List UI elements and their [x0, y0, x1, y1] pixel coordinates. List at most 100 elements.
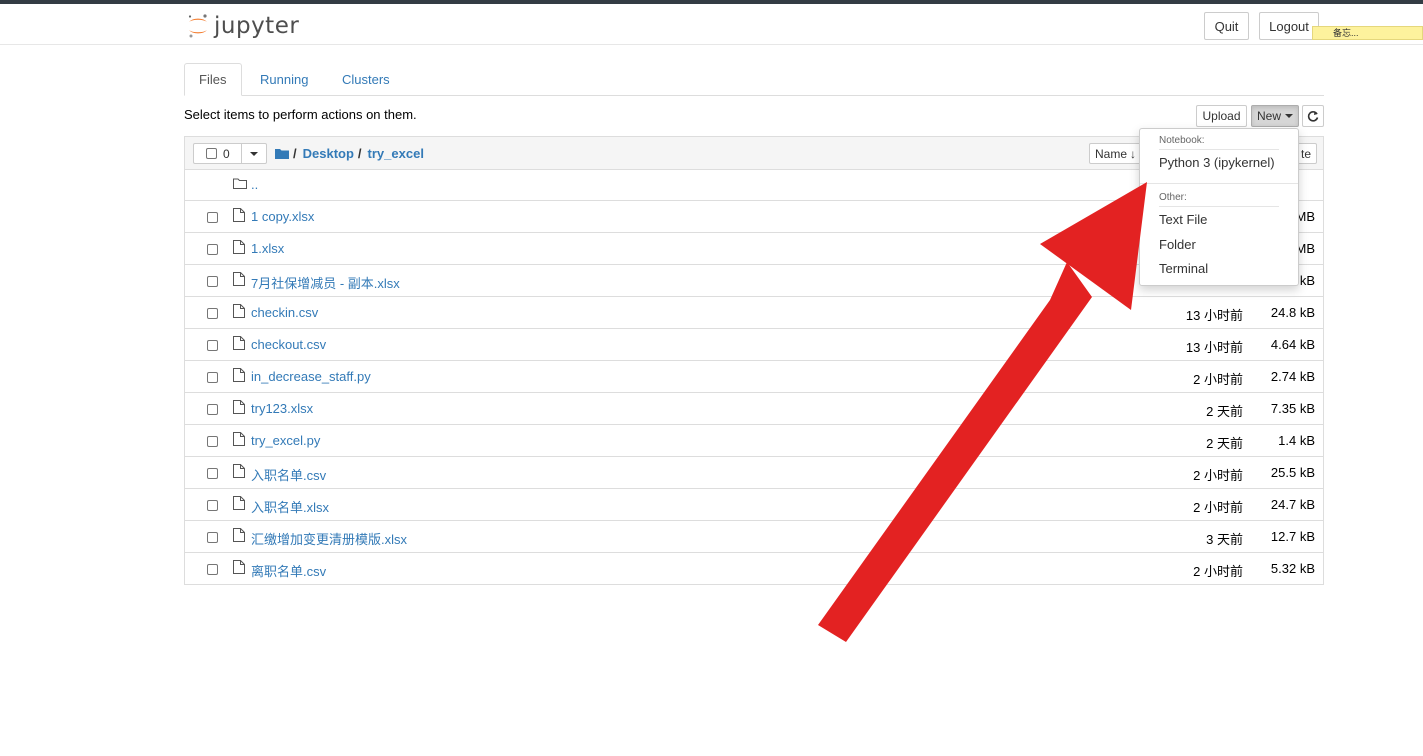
tab-running[interactable]: Running	[246, 63, 322, 95]
row-checkbox[interactable]	[207, 340, 218, 351]
row-checkbox-wrap[interactable]	[207, 563, 218, 578]
file-modified: 2 小时前	[1193, 468, 1243, 483]
refresh-button[interactable]	[1302, 105, 1324, 127]
list-item-file[interactable]: try123.xlsx 2 天前 7.35 kB	[185, 393, 1323, 425]
row-checkbox-wrap[interactable]	[207, 499, 218, 514]
row-checkbox[interactable]	[207, 276, 218, 287]
file-icon	[233, 336, 245, 350]
row-checkbox[interactable]	[207, 500, 218, 511]
file-size: 5.32 kB	[1270, 561, 1315, 576]
row-checkbox-wrap[interactable]	[207, 275, 218, 290]
row-checkbox-wrap[interactable]	[207, 435, 218, 450]
file-name-link[interactable]: checkout.csv	[251, 337, 326, 352]
new-dropdown-menu: Notebook: Python 3 (ipykernel) Other: Te…	[1139, 128, 1299, 286]
select-all-control[interactable]: 0	[193, 143, 267, 164]
row-checkbox[interactable]	[207, 244, 218, 255]
list-item-file[interactable]: 入职名单.csv 2 小时前 25.5 kB	[185, 457, 1323, 489]
folder-home-icon[interactable]	[275, 148, 289, 159]
list-item-file[interactable]: in_decrease_staff.py 2 小时前 2.74 kB	[185, 361, 1323, 393]
breadcrumb-desktop[interactable]: Desktop	[303, 146, 354, 161]
file-name-link[interactable]: try123.xlsx	[251, 401, 313, 416]
file-size: 4.64 kB	[1270, 337, 1315, 352]
row-checkbox[interactable]	[207, 468, 218, 479]
list-item-file[interactable]: checkin.csv 13 小时前 24.8 kB	[185, 297, 1323, 329]
file-size: kB	[1299, 273, 1315, 288]
menu-underline	[1159, 149, 1279, 150]
caret-down-icon	[1285, 114, 1294, 118]
file-modified: 2 天前	[1206, 436, 1243, 451]
file-name-link[interactable]: try_excel.py	[251, 433, 320, 448]
menu-item-folder[interactable]: Folder	[1159, 237, 1196, 252]
row-checkbox-wrap[interactable]	[207, 339, 218, 354]
row-checkbox-wrap[interactable]	[207, 211, 218, 226]
menu-item-terminal[interactable]: Terminal	[1159, 261, 1208, 276]
selection-hint: Select items to perform actions on them.	[184, 107, 417, 122]
file-icon	[233, 272, 245, 286]
file-icon	[233, 240, 245, 254]
sort-label: Name	[1095, 146, 1128, 161]
row-checkbox[interactable]	[207, 532, 218, 543]
tab-clusters[interactable]: Clusters	[328, 63, 404, 95]
new-dropdown-button[interactable]: New	[1251, 105, 1299, 127]
breadcrumb-try-excel[interactable]: try_excel	[368, 146, 424, 161]
menu-divider	[1140, 183, 1298, 184]
list-item-file[interactable]: 入职名单.xlsx 2 小时前 24.7 kB	[185, 489, 1323, 521]
menu-item-text-file[interactable]: Text File	[1159, 212, 1207, 227]
file-name-link[interactable]: 汇缴增加变更清册模版.xlsx	[251, 529, 407, 548]
file-icon	[233, 208, 245, 222]
list-item-file[interactable]: 离职名单.csv 2 小时前 5.32 kB	[185, 553, 1323, 585]
menu-header-other: Other:	[1159, 192, 1187, 203]
row-checkbox[interactable]	[207, 564, 218, 575]
file-modified: 2 小时前	[1193, 500, 1243, 515]
file-modified: 2 天前	[1206, 404, 1243, 419]
list-item-file[interactable]: checkout.csv 13 小时前 4.64 kB	[185, 329, 1323, 361]
caret-down-icon	[250, 151, 258, 156]
file-size: 1.4 kB	[1278, 433, 1315, 448]
parent-dir-link[interactable]: ..	[251, 177, 258, 192]
row-checkbox[interactable]	[207, 404, 218, 415]
menu-header-notebook: Notebook:	[1159, 135, 1205, 146]
list-item-file[interactable]: 汇缴增加变更清册模版.xlsx 3 天前 12.7 kB	[185, 521, 1323, 553]
row-checkbox[interactable]	[207, 436, 218, 447]
row-checkbox-wrap[interactable]	[207, 243, 218, 258]
file-name-link[interactable]: checkin.csv	[251, 305, 318, 320]
row-checkbox[interactable]	[207, 308, 218, 319]
file-size: 12.7 kB	[1270, 529, 1315, 544]
sticky-note-tag[interactable]: 备忘...	[1312, 26, 1423, 40]
file-size: 2.74 kB	[1270, 369, 1315, 384]
select-all-checkbox[interactable]	[206, 148, 217, 159]
file-name-link[interactable]: 入职名单.xlsx	[251, 497, 329, 516]
file-icon	[233, 304, 245, 318]
file-name-link[interactable]: 1.xlsx	[251, 241, 284, 256]
menu-item-python3[interactable]: Python 3 (ipykernel)	[1159, 155, 1275, 170]
row-checkbox-wrap[interactable]	[207, 531, 218, 546]
file-name-link[interactable]: 入职名单.csv	[251, 465, 326, 484]
file-size: 25.5 kB	[1270, 465, 1315, 480]
logo-text: jupyter	[214, 13, 300, 39]
jupyter-logo[interactable]: jupyter	[186, 10, 299, 42]
select-menu-toggle[interactable]	[241, 144, 266, 163]
quit-button[interactable]: Quit	[1204, 12, 1249, 40]
row-checkbox-wrap[interactable]	[207, 467, 218, 482]
row-checkbox-wrap[interactable]	[207, 307, 218, 322]
file-name-link[interactable]: 1 copy.xlsx	[251, 209, 314, 224]
sort-by-name-button[interactable]: Name ↓	[1089, 143, 1143, 164]
file-icon	[233, 560, 245, 574]
row-checkbox[interactable]	[207, 372, 218, 383]
header-bar: jupyter Quit Logout	[0, 4, 1423, 45]
upload-button[interactable]: Upload	[1196, 105, 1247, 127]
row-checkbox-wrap[interactable]	[207, 403, 218, 418]
refresh-icon	[1307, 111, 1319, 122]
file-icon	[233, 400, 245, 414]
list-item-file[interactable]: try_excel.py 2 天前 1.4 kB	[185, 425, 1323, 457]
file-icon	[233, 496, 245, 510]
file-name-link[interactable]: 7月社保增减员 - 副本.xlsx	[251, 273, 400, 292]
logout-button[interactable]: Logout	[1259, 12, 1319, 40]
file-name-link[interactable]: in_decrease_staff.py	[251, 369, 371, 384]
row-checkbox-wrap[interactable]	[207, 371, 218, 386]
tab-files[interactable]: Files	[184, 63, 242, 96]
menu-underline	[1159, 206, 1279, 207]
file-name-link[interactable]: 离职名单.csv	[251, 561, 326, 580]
file-icon	[233, 464, 245, 478]
row-checkbox[interactable]	[207, 212, 218, 223]
